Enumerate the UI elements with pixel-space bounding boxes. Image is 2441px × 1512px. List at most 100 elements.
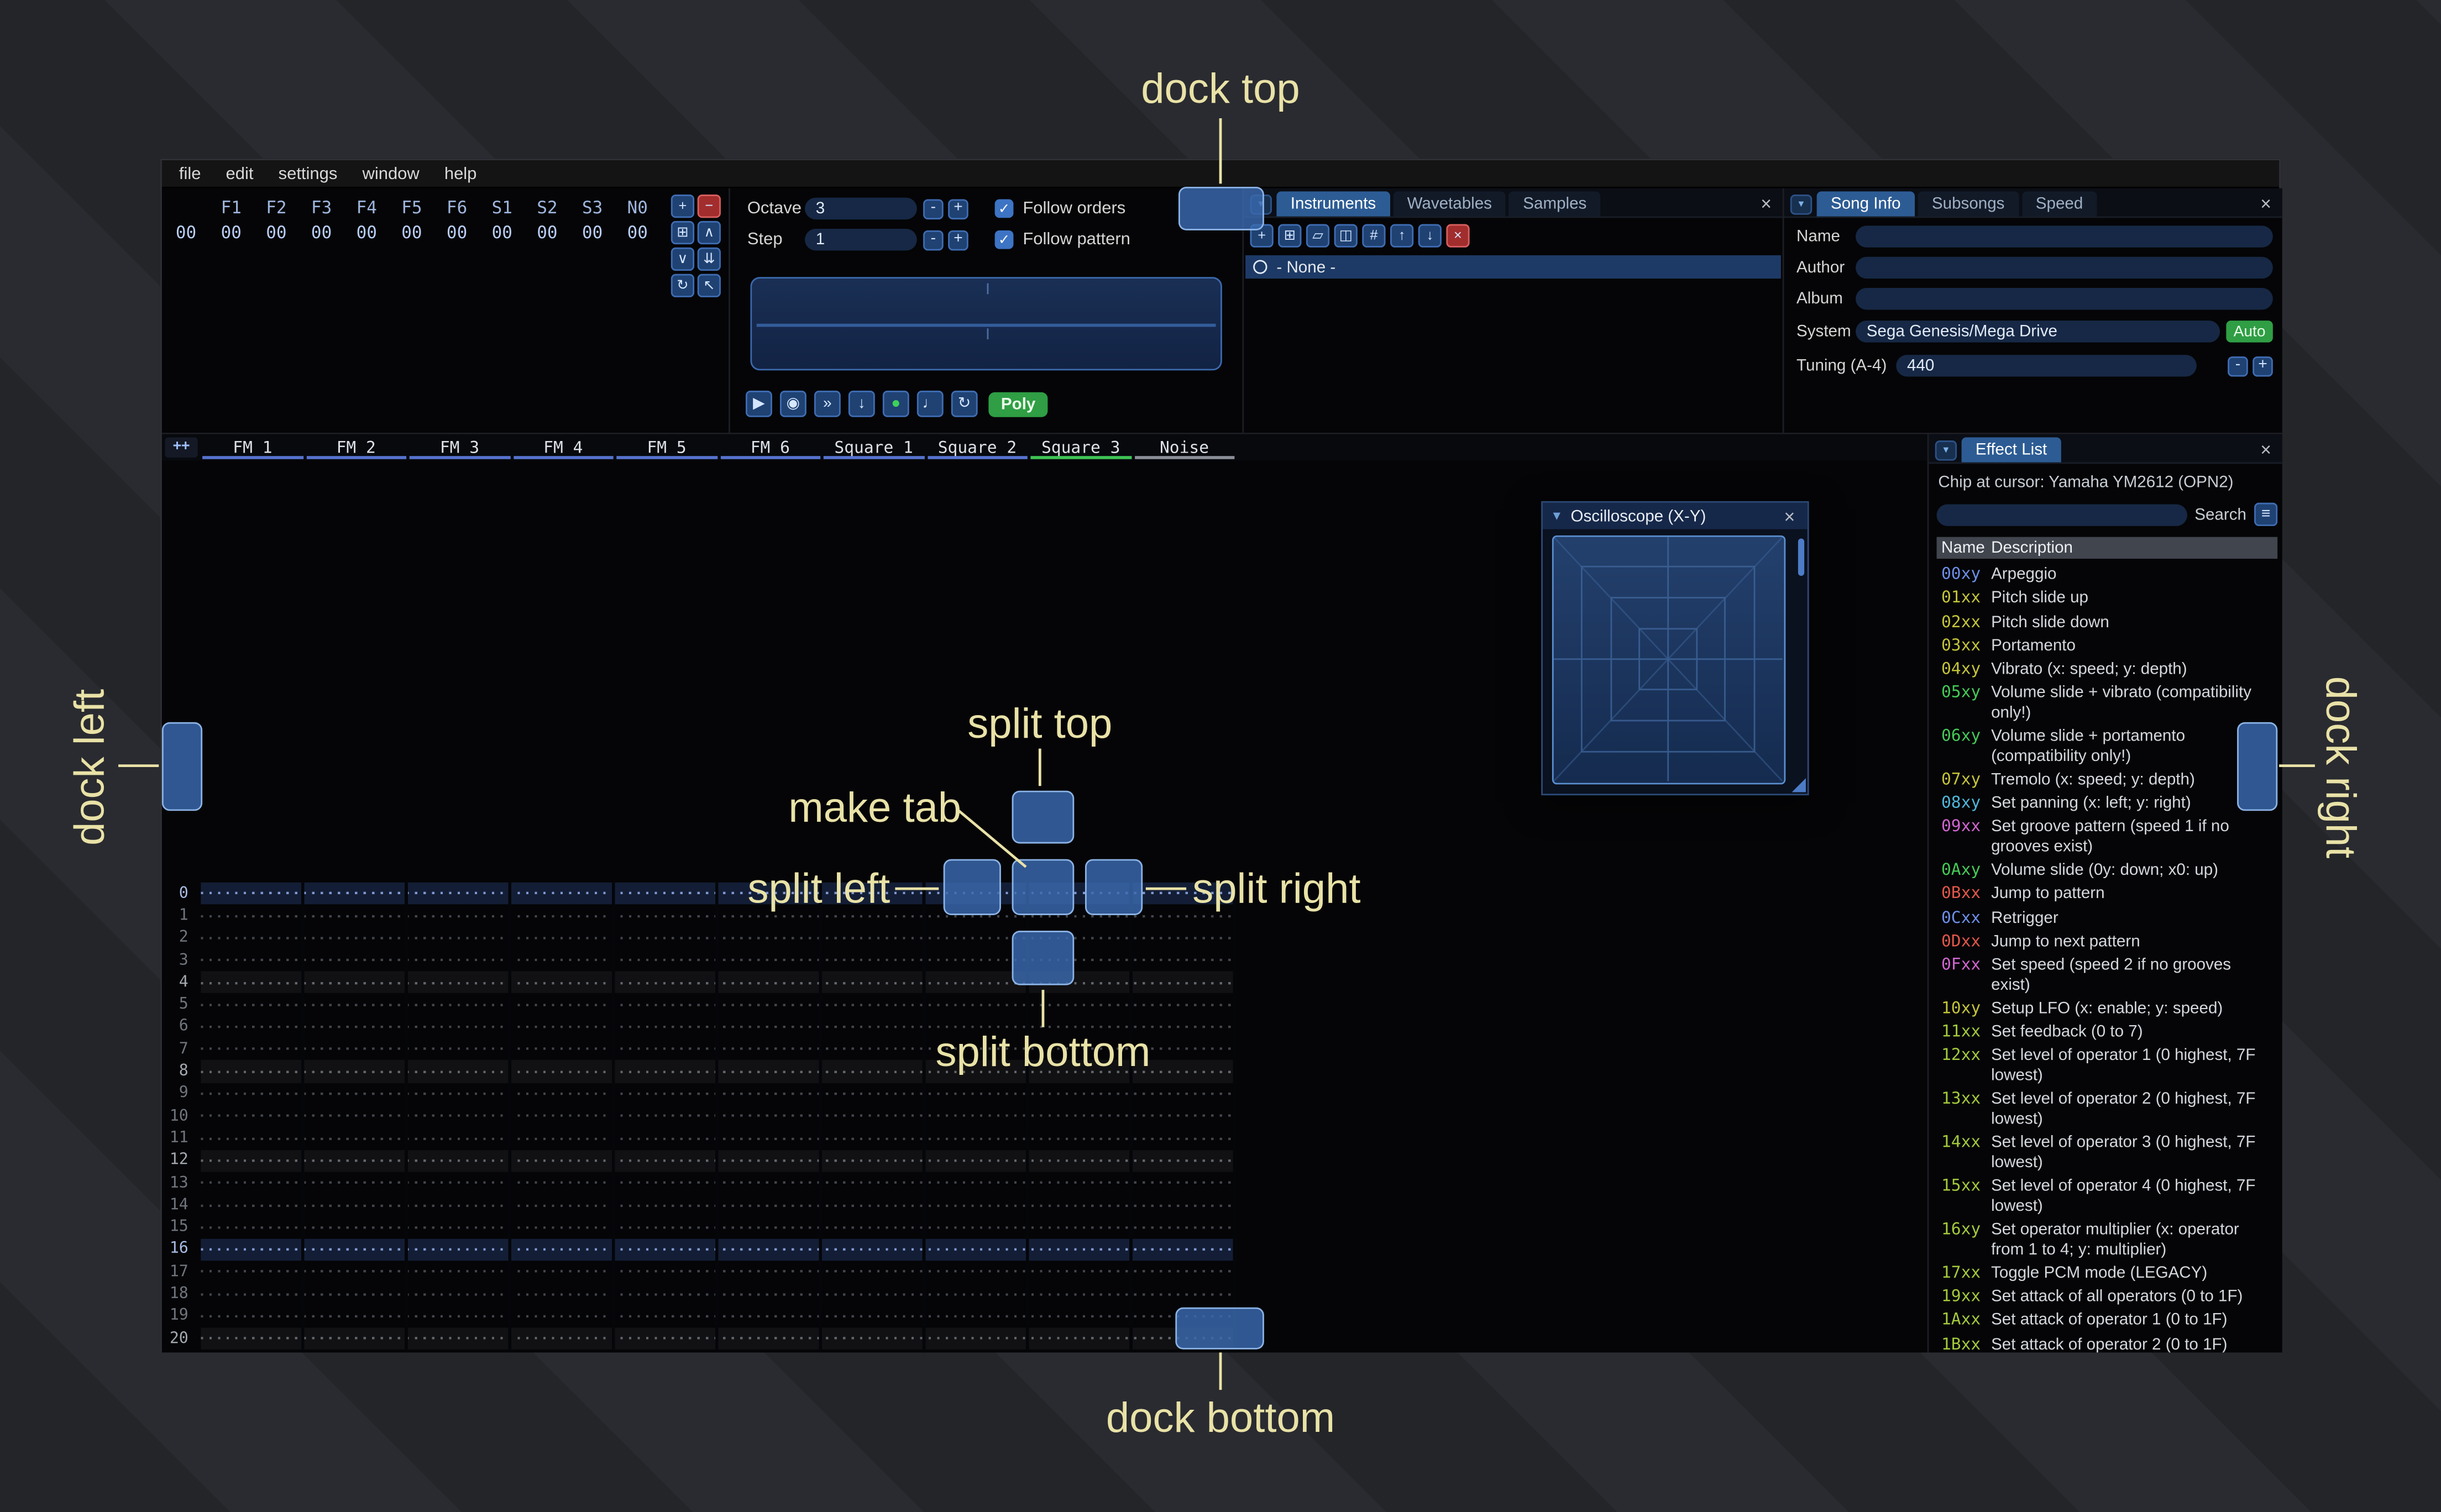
channel-header-fm-2[interactable]: FM 2 bbox=[305, 434, 408, 461]
pattern-row[interactable]: 14 bbox=[162, 1194, 1239, 1216]
field-author-input[interactable] bbox=[1856, 256, 2273, 279]
menu-item-file[interactable]: file bbox=[166, 160, 213, 188]
move-instrument-up-button[interactable]: ↑ bbox=[1390, 224, 1414, 248]
channel-header-fm-5[interactable]: FM 5 bbox=[615, 434, 718, 461]
channel-header-fm-3[interactable]: FM 3 bbox=[408, 434, 511, 461]
pattern-row[interactable]: 17 bbox=[162, 1261, 1239, 1283]
orders-row[interactable]: 00 00 00 00 00 00 00 00 00 00 00 bbox=[165, 223, 661, 243]
split-target-top[interactable] bbox=[1012, 790, 1075, 844]
effect-list-row[interactable]: 03xx Portamento bbox=[1937, 634, 2278, 658]
order-edit-mode-button[interactable]: ↖ bbox=[697, 274, 721, 297]
field-album-input[interactable] bbox=[1856, 288, 2273, 310]
collapse-triangle-icon[interactable]: ▼ bbox=[1550, 509, 1563, 523]
effect-list-row[interactable]: 0Axy Volume slide (0y: down; x0: up) bbox=[1937, 859, 2278, 883]
move-order-down-button[interactable]: ∨ bbox=[671, 247, 695, 271]
delete-instrument-button[interactable]: × bbox=[1446, 224, 1470, 248]
split-target-left[interactable] bbox=[943, 859, 1001, 916]
follow-orders-checkbox[interactable]: ✓ bbox=[994, 199, 1014, 218]
dock-target-top[interactable] bbox=[1178, 186, 1264, 230]
effect-list-row[interactable]: 02xx Pitch slide down bbox=[1937, 611, 2278, 634]
tab-speed[interactable]: Speed bbox=[2021, 191, 2097, 217]
play-from-cursor-button[interactable]: » bbox=[814, 390, 841, 417]
effect-list-row[interactable]: 0Bxx Jump to pattern bbox=[1937, 883, 2278, 907]
menu-item-settings[interactable]: settings bbox=[266, 160, 350, 188]
channel-header-square-2[interactable]: Square 2 bbox=[925, 434, 1029, 461]
oscilloscope-title-bar[interactable]: ▼ Oscilloscope (X-Y) × bbox=[1542, 502, 1808, 529]
order-change-all-button[interactable]: ↻ bbox=[671, 274, 695, 297]
effect-list-row[interactable]: 00xy Arpeggio bbox=[1937, 564, 2278, 587]
resize-grip-icon[interactable] bbox=[1792, 778, 1806, 792]
pattern-row[interactable]: 21 bbox=[162, 1350, 1239, 1353]
effect-list-row[interactable]: 16xy Set operator multiplier (x: operator… bbox=[1937, 1219, 2278, 1262]
hamburger-menu-icon[interactable]: ≡ bbox=[2254, 502, 2278, 526]
follow-pattern-checkbox[interactable]: ✓ bbox=[994, 230, 1014, 249]
close-effect-list-panel-icon[interactable]: × bbox=[2256, 437, 2276, 462]
pattern-row[interactable]: 9 bbox=[162, 1083, 1239, 1105]
window-menu-icon[interactable]: ▾ bbox=[1935, 439, 1957, 460]
effect-list-row[interactable]: 19xx Set attack of all operators (0 to 1F… bbox=[1937, 1286, 2278, 1310]
effect-list-row[interactable]: 07xy Tremolo (x: speed; y: depth) bbox=[1937, 769, 2278, 792]
pattern-row[interactable]: 11 bbox=[162, 1127, 1239, 1150]
step-increase-button[interactable]: + bbox=[948, 229, 968, 250]
pattern-row[interactable]: 1 bbox=[162, 905, 1239, 927]
order-cell[interactable]: 00 bbox=[208, 223, 254, 243]
channel-header-fm-6[interactable]: FM 6 bbox=[719, 434, 822, 461]
effect-list-row[interactable]: 17xx Toggle PCM mode (LEGACY) bbox=[1937, 1262, 2278, 1286]
effect-list-row[interactable]: 0Fxx Set speed (speed 2 if no grooves exi… bbox=[1937, 954, 2278, 998]
channel-header-fm-4[interactable]: FM 4 bbox=[511, 434, 615, 461]
effect-list-row[interactable]: 09xx Set groove pattern (speed 1 if no gr… bbox=[1937, 816, 2278, 859]
move-order-up-button[interactable]: ∧ bbox=[697, 221, 721, 245]
effect-list-row[interactable]: 11xx Set feedback (0 to 7) bbox=[1937, 1021, 2278, 1044]
step-one-row-button[interactable]: ↓ bbox=[848, 390, 875, 417]
close-song-info-panel-icon[interactable]: × bbox=[2256, 191, 2276, 216]
order-cell[interactable]: 00 bbox=[570, 223, 615, 243]
effect-list-row[interactable]: 1Axx Set attack of operator 1 (0 to 1F) bbox=[1937, 1309, 2278, 1333]
metronome-button[interactable]: ♩ bbox=[916, 390, 944, 417]
menu-item-window[interactable]: window bbox=[350, 160, 432, 188]
effect-list-row[interactable]: 15xx Set level of operator 4 (0 highest, … bbox=[1937, 1175, 2278, 1219]
save-instrument-button[interactable]: ◫ bbox=[1334, 224, 1358, 248]
make-tab-target[interactable] bbox=[1012, 859, 1075, 916]
order-cell[interactable]: 00 bbox=[525, 223, 570, 243]
auto-system-button[interactable]: Auto bbox=[2226, 321, 2273, 343]
oscilloscope-scrollbar[interactable] bbox=[1798, 538, 1805, 576]
channel-header-square-1[interactable]: Square 1 bbox=[822, 434, 925, 461]
repeat-pattern-button[interactable]: ↻ bbox=[951, 390, 978, 417]
pattern-row[interactable]: 3 bbox=[162, 949, 1239, 972]
step-decrease-button[interactable]: - bbox=[923, 229, 944, 250]
effect-list-row[interactable]: 1Bxx Set attack of operator 2 (0 to 1F) bbox=[1937, 1333, 2278, 1352]
order-cell[interactable]: 00 bbox=[615, 223, 660, 243]
close-oscilloscope-icon[interactable]: × bbox=[1779, 503, 1800, 528]
field-name-input[interactable] bbox=[1856, 225, 2273, 248]
channel-header-square-3[interactable]: Square 3 bbox=[1029, 434, 1133, 461]
tab-subsongs[interactable]: Subsongs bbox=[1918, 191, 2019, 217]
open-instrument-button[interactable]: ▱ bbox=[1306, 224, 1330, 248]
dock-target-right[interactable] bbox=[2237, 722, 2278, 811]
order-deep-clone-button[interactable]: ⇊ bbox=[697, 247, 721, 271]
instrument-folders-button[interactable]: # bbox=[1362, 224, 1386, 248]
tab-song-info[interactable]: Song Info bbox=[1816, 191, 1915, 217]
menu-item-help[interactable]: help bbox=[432, 160, 489, 188]
pattern-row[interactable]: 15 bbox=[162, 1216, 1239, 1239]
duplicate-order-button[interactable]: ⊞ bbox=[671, 221, 695, 245]
poly-button[interactable]: Poly bbox=[988, 391, 1048, 417]
octave-input[interactable]: 3 bbox=[805, 197, 917, 220]
order-cell[interactable]: 00 bbox=[344, 223, 389, 243]
pattern-row[interactable]: 20 bbox=[162, 1327, 1239, 1350]
split-target-bottom[interactable] bbox=[1012, 931, 1075, 985]
effect-list-row[interactable]: 06xy Volume slide + portamento (compatibi… bbox=[1937, 725, 2278, 769]
dock-target-bottom[interactable] bbox=[1175, 1307, 1264, 1350]
pattern-row[interactable]: 16 bbox=[162, 1238, 1239, 1261]
remove-order-button[interactable]: − bbox=[697, 195, 721, 218]
pattern-row[interactable]: 0 bbox=[162, 882, 1239, 905]
effect-search-input[interactable] bbox=[1936, 503, 2187, 526]
step-input[interactable]: 1 bbox=[805, 229, 917, 251]
order-cell[interactable]: 00 bbox=[479, 223, 525, 243]
order-cell[interactable]: 00 bbox=[254, 223, 299, 243]
tab-effect-list[interactable]: Effect List bbox=[1961, 437, 2061, 463]
split-target-right[interactable] bbox=[1085, 859, 1143, 916]
dock-target-left[interactable] bbox=[161, 722, 203, 811]
pattern-row[interactable]: 18 bbox=[162, 1283, 1239, 1305]
instrument-list-item[interactable]: - None - bbox=[1245, 255, 1781, 279]
order-cell[interactable]: 00 bbox=[389, 223, 434, 243]
